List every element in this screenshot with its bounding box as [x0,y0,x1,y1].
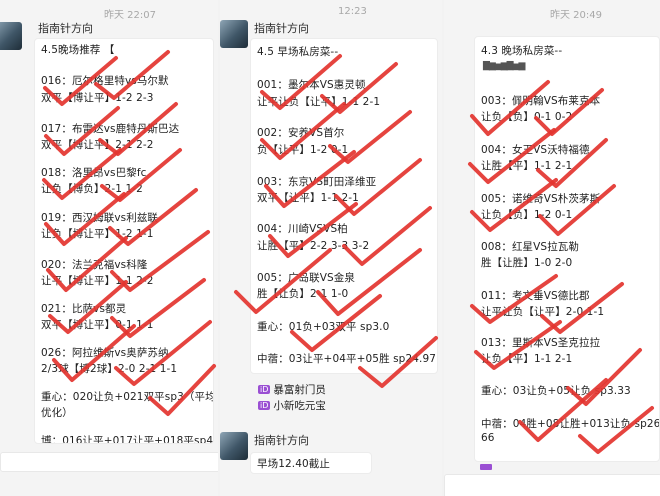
pick-line: 让胜【平】1-1 2-1 [481,160,573,172]
bonus-line: 中蓿：04胜+08让胜+013让负 sp26. [481,418,660,430]
message-timestamp: 12:23 [338,6,367,17]
pick-line: 负【让平】1-2 0-1 [257,144,349,156]
message-header: 4.5晚场推荐 【 [41,44,115,56]
match-line: 003：东京VS町田泽维亚 [257,176,377,188]
focus-line: 重心：03让负+05让负 sp3.33 [481,385,631,397]
blurred-text: ▇▆▅▆▇▅▆ [483,61,525,71]
message-header: 4.3 晚场私房菜-- [481,45,563,57]
pick-line: 让负【博让平】1-2 1-1 [41,228,154,240]
match-line: 017：布雷达vs鹿特丹斯巴达 [41,123,180,135]
chat-screenshot-right: 昨天 20:49 4.3 晚场私房菜-- ▇▆▅▆▇▅▆ 003：佩明翰VS布莱… [444,0,660,496]
pick-line: 让平让负【让平】2-0 1-1 [481,306,605,318]
match-line: 011：考文垂VS德比郡 [481,290,590,302]
match-line: 002：安养VS首尔 [257,127,345,139]
match-line: 005：诺维奇VS朴茨茅斯 [481,193,601,205]
sender-name: 指南针方向 [254,22,309,35]
pick-line: 胜【让胜】1-0 2-0 [481,257,573,269]
pick-line: 让平让负【让平】1-1 2-1 [257,96,381,108]
chat-screenshot-middle: 12:23 指南针方向 4.5 早场私房菜-- 001：墨尔本VS惠灵顿 让平让… [220,0,442,496]
match-line: 003：佩明翰VS布莱克本 [481,95,601,107]
reaction-row[interactable]: iD 小新吃元宝 [258,398,326,413]
match-line: 008：红星VS拉瓦勒 [481,241,579,253]
message-bubble[interactable]: 4.5晚场推荐 【 016：厄尔格里特vs马尔默 双平【博让平】1-2 2-3 … [34,38,214,444]
pick-line: 胜【让负】2-1 1-0 [257,288,349,300]
message-text: 早场12.40截止 [257,458,330,470]
match-line: 020：法兰克福vs科隆 [41,259,148,271]
match-line: 019：西汉姆联vs利兹联 [41,212,159,224]
avatar[interactable] [220,432,248,460]
sender-name: 指南针方向 [38,22,93,35]
match-line: 001：墨尔本VS惠灵顿 [257,79,366,91]
focus-line: 重心：020让负+021双平sp3（平均 [41,391,214,403]
message-header: 4.5 早场私房菜-- [257,46,339,58]
match-line: 013：里斯本VS圣克拉拉 [481,337,601,349]
pick-line: 双平【博让平】1-2 2-3 [41,92,154,104]
pick-line: 2/3球【博2球】2-0 2-1 1-1 [41,363,178,375]
message-bubble[interactable]: 4.3 晚场私房菜-- ▇▆▅▆▇▅▆ 003：佩明翰VS布莱克本 让负【负】0… [474,36,660,462]
message-bubble[interactable]: 4.5 早场私房菜-- 001：墨尔本VS惠灵顿 让平让负【让平】1-1 2-1… [250,38,438,374]
match-line: 004：川崎VSVS柏 [257,223,348,235]
pick-line: 让平【博让平】1-1 2-2 [41,275,154,287]
match-line: 026：阿拉维斯vs奥萨苏纳 [41,347,169,359]
pick-line: 双平【博让平】0-1 1-1 [41,319,154,331]
pick-line: 让负【博负】2-1 1-2 [41,183,143,195]
match-line: 016：厄尔格里特vs马尔默 [41,75,169,87]
id-icon: iD [258,401,271,410]
focus-line: 重心：01负+03双平 sp3.0 [257,321,390,333]
message-timestamp: 昨天 22:07 [104,10,156,21]
avatar[interactable] [220,20,248,48]
bonus-line: 博：016让平+017让平+018平sp42 [41,435,214,444]
pick-line: 让负【负】1-2 0-1 [481,209,573,221]
reaction-row[interactable]: iD 暴富射门员 [258,382,326,397]
bonus-line-cont: 66 [481,432,495,444]
chat-screenshot-left: 昨天 22:07 指南针方向 4.5晚场推荐 【 016：厄尔格里特vs马尔默 … [0,0,218,496]
focus-line-cont: 优化） [41,407,73,419]
id-icon [480,464,492,470]
pick-line: 让负【负】0-1 0-2 [481,111,573,123]
pick-line: 让负【平】1-1 2-1 [481,353,573,365]
bonus-line: 中蓿：03让平+04平+05胜 sp24.97 [257,353,437,365]
pick-line: 双平【博让平】2-1 2-2 [41,139,154,151]
match-line: 005：广岛联VS金泉 [257,272,355,284]
message-bubble[interactable]: 早场12.40截止 [250,452,372,474]
sender-name: 指南针方向 [254,434,309,447]
message-timestamp: 昨天 20:49 [550,10,602,21]
next-message-strip [0,452,218,472]
pick-line: 让胜【平】2-2 3-3 3-2 [257,240,370,252]
avatar[interactable] [0,22,22,50]
match-line: 021：比萨vs都灵 [41,303,127,315]
id-icon: iD [258,385,271,394]
match-line: 018：洛里昂vs巴黎fc [41,167,147,179]
pick-line: 双平【让平】1-1 2-1 [257,192,359,204]
match-line: 004：女王VS沃特福德 [481,144,590,156]
next-message-strip [444,474,660,496]
